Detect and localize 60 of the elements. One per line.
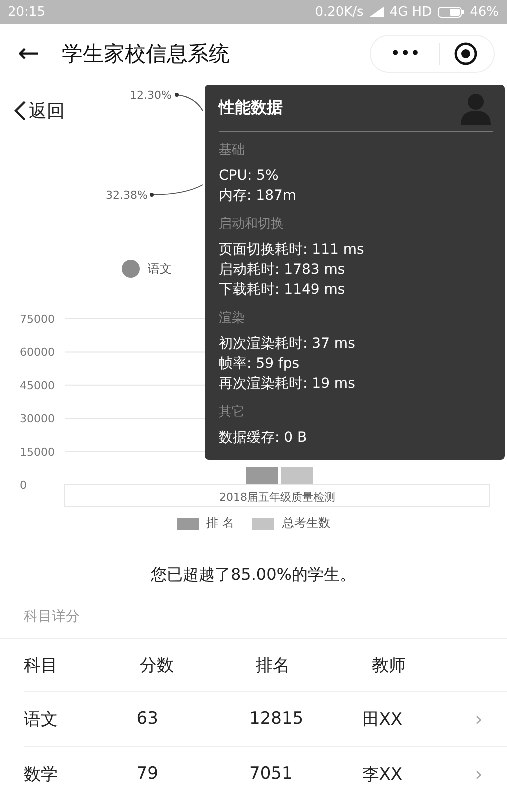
table-row[interactable]: 语文 63 12815 田XX › xyxy=(24,692,507,747)
table-cell-text: 田XX xyxy=(362,708,404,730)
column-header: 排名 xyxy=(256,654,291,676)
y-tick-label: 0 xyxy=(20,479,27,492)
chevron-icon: › xyxy=(475,762,483,786)
slice-value-label: 12.30% xyxy=(130,89,172,102)
column-header: 科目 xyxy=(24,654,59,676)
section-heading: 渲染 xyxy=(219,310,246,328)
bar xyxy=(246,467,278,485)
leader-line xyxy=(150,184,204,197)
metric-text: CPU: 5% xyxy=(219,167,280,186)
legend-label: 总考生数 xyxy=(282,515,330,532)
table-cell-text: 79 xyxy=(136,764,160,784)
slice-value-label: 32.38% xyxy=(106,189,148,202)
metric-text: 下载耗时: 1149 ms xyxy=(219,281,346,300)
table-cell-text: 63 xyxy=(136,709,160,729)
section-title: 科目详分 xyxy=(23,608,81,627)
more-button[interactable]: ••• xyxy=(387,46,425,62)
y-tick-label: 60000 xyxy=(20,346,55,360)
battery-level: 46% xyxy=(470,4,499,20)
panel-title: 性能数据 xyxy=(219,98,283,118)
legend-label: 语文 xyxy=(148,260,172,278)
legend-label: 排 名 xyxy=(206,515,234,532)
metric-text: 页面切换耗时: 111 ms xyxy=(219,241,366,260)
bar xyxy=(282,467,314,485)
legend-dot xyxy=(122,260,140,278)
back-button[interactable]: ← xyxy=(18,39,40,69)
clock: 20:15 xyxy=(8,4,46,20)
table-cell-text: 语文 xyxy=(24,708,59,730)
summary-text: 您已超越了85.00%的学生。 xyxy=(150,565,357,586)
section-heading: 其它 xyxy=(219,404,246,422)
metric-text: 初次渲染耗时: 37 ms xyxy=(219,335,356,354)
y-tick-label: 45000 xyxy=(20,379,55,392)
back-link[interactable]: 返回 xyxy=(14,99,65,123)
table-cell-text: 数学 xyxy=(24,764,59,786)
table-row[interactable]: 数学 79 7051 李XX › xyxy=(24,747,507,800)
column-header: 分数 xyxy=(140,654,175,676)
y-tick-label: 75000 xyxy=(20,313,55,326)
signal-icon xyxy=(370,7,384,17)
section-heading: 基础 xyxy=(219,142,246,160)
y-tick-label: 15000 xyxy=(20,446,55,459)
table-cell-text: 7051 xyxy=(250,764,294,784)
metric-text: 启动耗时: 1783 ms xyxy=(219,261,346,280)
battery-icon xyxy=(438,6,464,18)
table-cell-text: 12815 xyxy=(250,709,305,729)
column-header: 教师 xyxy=(372,654,407,676)
metric-text: 内存: 187m xyxy=(219,187,298,206)
metric-text: 再次渲染耗时: 19 ms xyxy=(219,375,356,394)
table-cell-text: 李XX xyxy=(362,764,404,786)
y-tick-label: 30000 xyxy=(20,412,55,426)
metric-text: 帧率: 59 fps xyxy=(219,355,301,374)
network-type: 4G HD xyxy=(390,4,432,20)
person-icon xyxy=(459,91,493,125)
metric-text: 数据缓存: 0 B xyxy=(219,429,308,448)
page-title: 学生家校信息系统 xyxy=(62,41,231,68)
chevron-icon: › xyxy=(475,707,483,731)
network-speed: 0.20K/s xyxy=(315,4,364,20)
x-axis-label: 2018届五年级质量检测 xyxy=(220,491,336,504)
chevron-left-icon xyxy=(14,100,27,122)
section-heading: 启动和切换 xyxy=(219,216,285,234)
